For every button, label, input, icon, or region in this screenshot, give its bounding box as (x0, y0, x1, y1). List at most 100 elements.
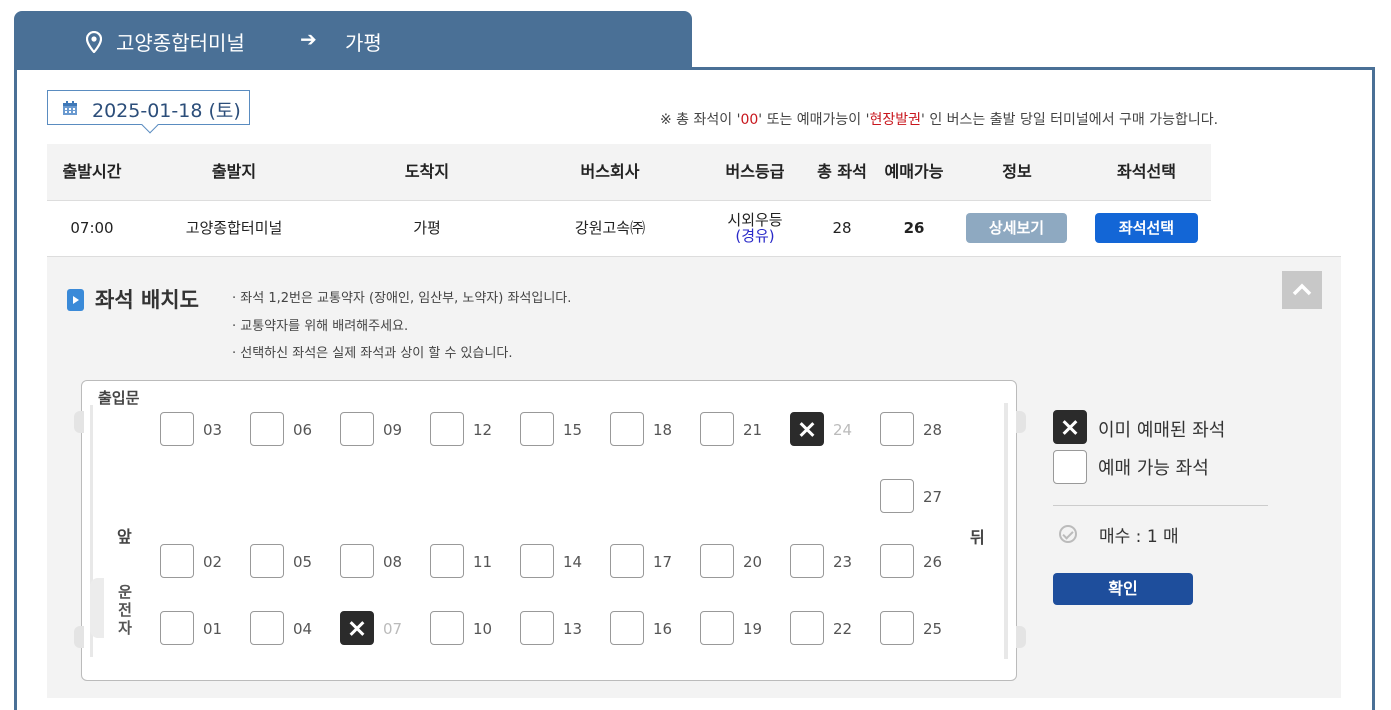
seat-available[interactable] (520, 611, 554, 645)
chevron-up-icon (1292, 283, 1312, 296)
seat-number: 20 (743, 553, 763, 571)
seat-available[interactable] (700, 544, 734, 578)
confirm-button[interactable]: 확인 (1053, 573, 1193, 605)
row-total-seats: 28 (832, 219, 852, 237)
seat-select-button[interactable]: 좌석선택 (1095, 213, 1198, 243)
col-arrival: 도착지 (404, 162, 450, 181)
seat-number: 07 (383, 620, 403, 638)
back-label: 뒤 (970, 528, 985, 547)
seat-number: 17 (653, 553, 673, 571)
col-seat-select: 좌석선택 (1117, 162, 1176, 181)
seat-number: 01 (203, 620, 223, 638)
col-departure-time: 출발시간 (62, 162, 122, 181)
row-company: 강원고속㈜ (574, 219, 646, 237)
route-tab: 고양종합터미널 ➔ 가평 (14, 11, 692, 69)
seat-available[interactable] (790, 544, 824, 578)
seat-number: 13 (563, 620, 583, 638)
col-info: 정보 (1002, 162, 1032, 181)
purchase-notice: ※ 총 좌석이 '00' 또는 예매가능이 '현장발권' 인 버스는 출발 당일… (660, 112, 1219, 128)
calendar-icon (62, 100, 78, 120)
seat-available[interactable] (160, 412, 194, 446)
seat-number: 08 (383, 553, 403, 571)
row-grade-sub: (경유) (735, 227, 775, 245)
seat-available[interactable] (160, 544, 194, 578)
seat-available[interactable] (160, 611, 194, 645)
col-departure: 출발지 (211, 162, 257, 181)
detail-button[interactable]: 상세보기 (966, 213, 1067, 243)
seat-available[interactable] (340, 544, 374, 578)
seat-number: 25 (923, 620, 943, 638)
seat-available[interactable] (880, 611, 914, 645)
seat-number: 27 (923, 488, 943, 506)
seat-note: · 좌석 1,2번은 교통약자 (장애인, 임산부, 노약자) 좌석입니다. (232, 291, 572, 306)
seat-number: 26 (923, 553, 943, 571)
col-total-seats: 총 좌석 (817, 162, 867, 181)
seat-available[interactable] (250, 611, 284, 645)
play-arrow-icon (67, 289, 84, 311)
col-grade: 버스등급 (725, 162, 785, 181)
seat-number: 16 (653, 620, 673, 638)
seat-available[interactable] (430, 544, 464, 578)
seat-available[interactable] (250, 544, 284, 578)
seat-number: 10 (473, 620, 493, 638)
bus-seat-layout: 출입문 앞 뒤 운전자 03 06 09 12 15 18 21 24 28 27 02 05 08 11… (74, 380, 1026, 681)
seat-number: 14 (563, 553, 583, 571)
seat-number: 23 (833, 553, 853, 571)
seat-number: 06 (293, 421, 313, 439)
seat-number: 03 (203, 421, 223, 439)
seat-booked (790, 412, 824, 446)
seat-available[interactable] (520, 544, 554, 578)
seat-number: 19 (743, 620, 763, 638)
seat-available[interactable] (430, 611, 464, 645)
seat-available[interactable] (880, 479, 914, 513)
date-selector[interactable]: 2025-01-18 (토) (47, 90, 250, 134)
seat-available[interactable] (700, 611, 734, 645)
front-label: 앞 (117, 527, 132, 546)
available-seat-legend-icon (1053, 450, 1087, 484)
seat-note: · 교통약자를 위해 배려해주세요. (232, 318, 409, 334)
col-company: 버스회사 (580, 162, 640, 181)
seat-available[interactable] (250, 412, 284, 446)
route-departure: 고양종합터미널 (116, 31, 245, 55)
row-time: 07:00 (70, 219, 114, 237)
seat-notes: · 좌석 1,2번은 교통약자 (장애인, 임산부, 노약자) 좌석입니다. ·… (232, 285, 571, 368)
check-circle-icon (1059, 525, 1077, 543)
seat-available[interactable] (430, 412, 464, 446)
seat-number: 05 (293, 553, 313, 571)
seat-number: 04 (293, 620, 313, 638)
row-grade: 시외우등 (경유) (705, 212, 805, 244)
legend-booked: 이미 예매된 좌석 (1098, 420, 1226, 441)
seat-number: 15 (563, 421, 583, 439)
collapse-button[interactable] (1282, 271, 1322, 309)
seat-available[interactable] (880, 412, 914, 446)
seat-available[interactable] (700, 412, 734, 446)
seat-number: 12 (473, 421, 493, 439)
seat-available[interactable] (610, 611, 644, 645)
seat-available[interactable] (610, 412, 644, 446)
selected-date: 2025-01-18 (토) (92, 100, 241, 122)
seat-booked (340, 611, 374, 645)
row-departure: 고양종합터미널 (185, 219, 283, 237)
seat-available[interactable] (520, 412, 554, 446)
route-arrival: 가평 (345, 31, 382, 55)
location-pin-icon (85, 30, 103, 57)
seat-note: · 선택하신 좌석은 실제 좌석과 상이 할 수 있습니다. (232, 346, 513, 361)
booked-seat-legend-icon (1053, 410, 1087, 444)
seat-available[interactable] (340, 412, 374, 446)
seat-available[interactable] (880, 544, 914, 578)
seat-available[interactable] (610, 544, 644, 578)
seat-number: 02 (203, 553, 223, 571)
seat-number: 18 (653, 421, 673, 439)
seat-number: 21 (743, 421, 763, 439)
door-label: 출입문 (98, 389, 140, 407)
table-row: 07:00 고양종합터미널 가평 강원고속㈜ 시외우등 (경유) 28 26 상… (47, 200, 1341, 257)
route-arrow-icon: ➔ (300, 27, 317, 51)
legend-available: 예매 가능 좌석 (1098, 458, 1209, 479)
driver-label: 운전자 (118, 583, 132, 637)
row-arrival: 가평 (413, 219, 441, 237)
seat-available[interactable] (790, 611, 824, 645)
col-available: 예매가능 (884, 162, 944, 181)
seat-number: 11 (473, 553, 493, 571)
seat-number: 24 (833, 421, 853, 439)
seat-number: 22 (833, 620, 853, 638)
